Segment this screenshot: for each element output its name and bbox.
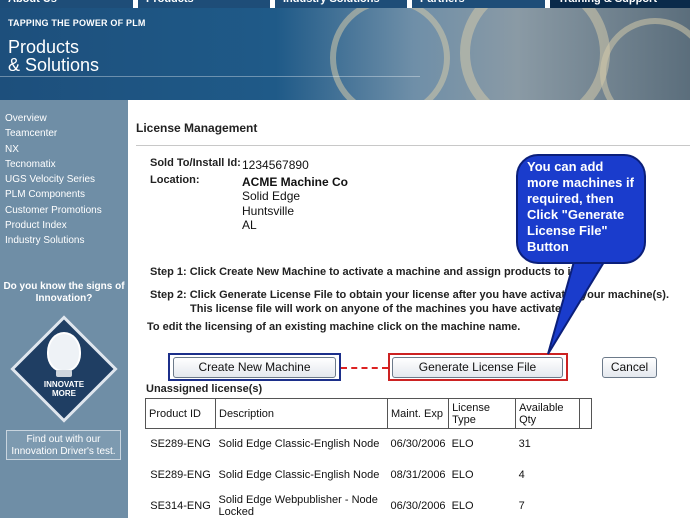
sold-to-label: Sold To/Install Id: bbox=[150, 157, 241, 169]
sidebar: Overview Teamcenter NX Tecnomatix UGS Ve… bbox=[0, 100, 128, 518]
col-description: Description bbox=[215, 398, 388, 429]
cell-blank bbox=[580, 429, 592, 460]
badge-label-line2: MORE bbox=[52, 389, 76, 398]
step2-text-continued: This license file will work on anyone of… bbox=[190, 303, 571, 315]
gear-graphic-icon bbox=[600, 18, 690, 100]
sidebar-item-overview[interactable]: Overview bbox=[5, 111, 102, 126]
banner-divider bbox=[0, 76, 420, 77]
badge-label: INNOVATE MORE bbox=[9, 380, 119, 398]
cancel-button[interactable]: Cancel bbox=[602, 357, 657, 378]
col-maint-exp: Maint. Exp bbox=[386, 398, 450, 429]
table-row: SE289-ENG Solid Edge Classic-English Nod… bbox=[146, 460, 592, 491]
location-city: Huntsville bbox=[242, 204, 295, 218]
table-row: SE314-ENG Solid Edge Webpublisher - Node… bbox=[146, 491, 592, 518]
license-table: Product ID Description Maint. Exp Licens… bbox=[145, 398, 593, 518]
unassigned-licenses-label: Unassigned license(s) bbox=[146, 383, 263, 395]
step1-text: Step 1: Click Create New Machine to acti… bbox=[150, 266, 578, 278]
title-divider bbox=[136, 145, 690, 146]
promo-question-text: Do you know the signs of Innovation? bbox=[3, 281, 125, 304]
cell-description: Solid Edge Webpublisher - Node Locked bbox=[218, 494, 378, 518]
sold-to-value: 1234567890 bbox=[242, 158, 309, 172]
location-line2: Solid Edge bbox=[242, 189, 301, 203]
cell-product-id: SE289-ENG bbox=[150, 469, 211, 481]
top-navigation: About Us Products Industry Solutions Par… bbox=[0, 0, 690, 8]
nav-tab-about-us[interactable]: About Us bbox=[0, 0, 133, 8]
nav-tab-industry-solutions[interactable]: Industry Solutions bbox=[275, 0, 407, 8]
col-product-id: Product ID bbox=[145, 398, 216, 429]
sidebar-item-tecnomatix[interactable]: Tecnomatix bbox=[5, 157, 102, 172]
dashed-connector bbox=[341, 367, 388, 369]
cell-blank bbox=[580, 460, 592, 491]
cell-license-type: ELO bbox=[451, 438, 474, 451]
sidebar-item-teamcenter[interactable]: Teamcenter bbox=[5, 126, 102, 141]
cell-blank bbox=[580, 491, 592, 518]
location-state: AL bbox=[242, 218, 257, 232]
create-new-machine-button[interactable]: Create New Machine bbox=[173, 357, 336, 378]
cell-maint-exp: 06/30/2006 bbox=[390, 500, 446, 512]
generate-license-file-button[interactable]: Generate License File bbox=[392, 357, 563, 378]
cell-description: Solid Edge Classic-English Node bbox=[218, 469, 380, 481]
banner-title: Products & Solutions bbox=[8, 38, 99, 74]
cell-product-id: SE314-ENG bbox=[150, 500, 211, 512]
sidebar-item-nx[interactable]: NX bbox=[5, 142, 102, 157]
cell-license-type: ELO bbox=[451, 500, 474, 512]
badge-label-line1: INNOVATE bbox=[43, 380, 85, 389]
lightbulb-icon bbox=[47, 332, 81, 372]
nav-tab-products[interactable]: Products bbox=[138, 0, 270, 8]
gear-graphic-icon bbox=[460, 8, 610, 100]
page-title: License Management bbox=[136, 121, 258, 135]
cell-available-qty: 31 bbox=[518, 438, 531, 451]
table-header-row: Product ID Description Maint. Exp Licens… bbox=[145, 398, 593, 429]
innovate-more-badge[interactable]: INNOVATE MORE bbox=[9, 314, 119, 424]
header-banner: TAPPING THE POWER OF PLM Products & Solu… bbox=[0, 8, 690, 100]
gear-graphic-icon bbox=[330, 8, 450, 100]
sidebar-menu: Overview Teamcenter NX Tecnomatix UGS Ve… bbox=[5, 111, 102, 249]
lightbulb-base-icon bbox=[56, 370, 72, 377]
promo-question: Do you know the signs of Innovation? bbox=[0, 281, 128, 305]
banner-title-line1: Products bbox=[8, 37, 80, 57]
cell-description: Solid Edge Classic-English Node bbox=[218, 438, 380, 451]
cell-maint-exp: 06/30/2006 bbox=[390, 438, 446, 451]
cell-maint-exp: 08/31/2006 bbox=[390, 469, 446, 481]
callout-bubble: You can add more machines if required, t… bbox=[516, 154, 646, 264]
banner-title-line2: & Solutions bbox=[8, 55, 100, 75]
cell-available-qty: 7 bbox=[518, 500, 525, 512]
cell-product-id: SE289-ENG bbox=[150, 438, 211, 451]
col-available-qty: Available Qty bbox=[515, 398, 581, 429]
nav-tab-training-support[interactable]: Training & Support bbox=[550, 0, 690, 8]
cell-license-type: ELO bbox=[451, 469, 474, 481]
step2-text: Step 2: Click Generate License File to o… bbox=[150, 289, 669, 301]
col-blank bbox=[579, 398, 593, 429]
sidebar-item-product-index[interactable]: Product Index bbox=[5, 218, 102, 233]
sidebar-item-velocity-series[interactable]: UGS Velocity Series bbox=[5, 172, 102, 187]
col-license-type: License Type bbox=[448, 398, 517, 429]
location-company: ACME Machine Co bbox=[242, 175, 349, 189]
cell-available-qty: 4 bbox=[518, 469, 525, 481]
sidebar-item-plm-components[interactable]: PLM Components bbox=[5, 187, 102, 202]
nav-tab-partners[interactable]: Partners bbox=[412, 0, 545, 8]
sidebar-item-industry-solutions[interactable]: Industry Solutions bbox=[5, 233, 102, 248]
banner-tagline: TAPPING THE POWER OF PLM bbox=[8, 18, 146, 28]
edit-note: To edit the licensing of an existing mac… bbox=[147, 321, 521, 333]
callout-text: You can add more machines if required, t… bbox=[527, 159, 634, 254]
location-label: Location: bbox=[150, 174, 200, 186]
table-row: SE289-ENG Solid Edge Classic-English Nod… bbox=[146, 429, 592, 460]
sidebar-item-customer-promotions[interactable]: Customer Promotions bbox=[5, 203, 102, 218]
innovation-test-button[interactable]: Find out with our Innovation Driver's te… bbox=[6, 430, 121, 460]
